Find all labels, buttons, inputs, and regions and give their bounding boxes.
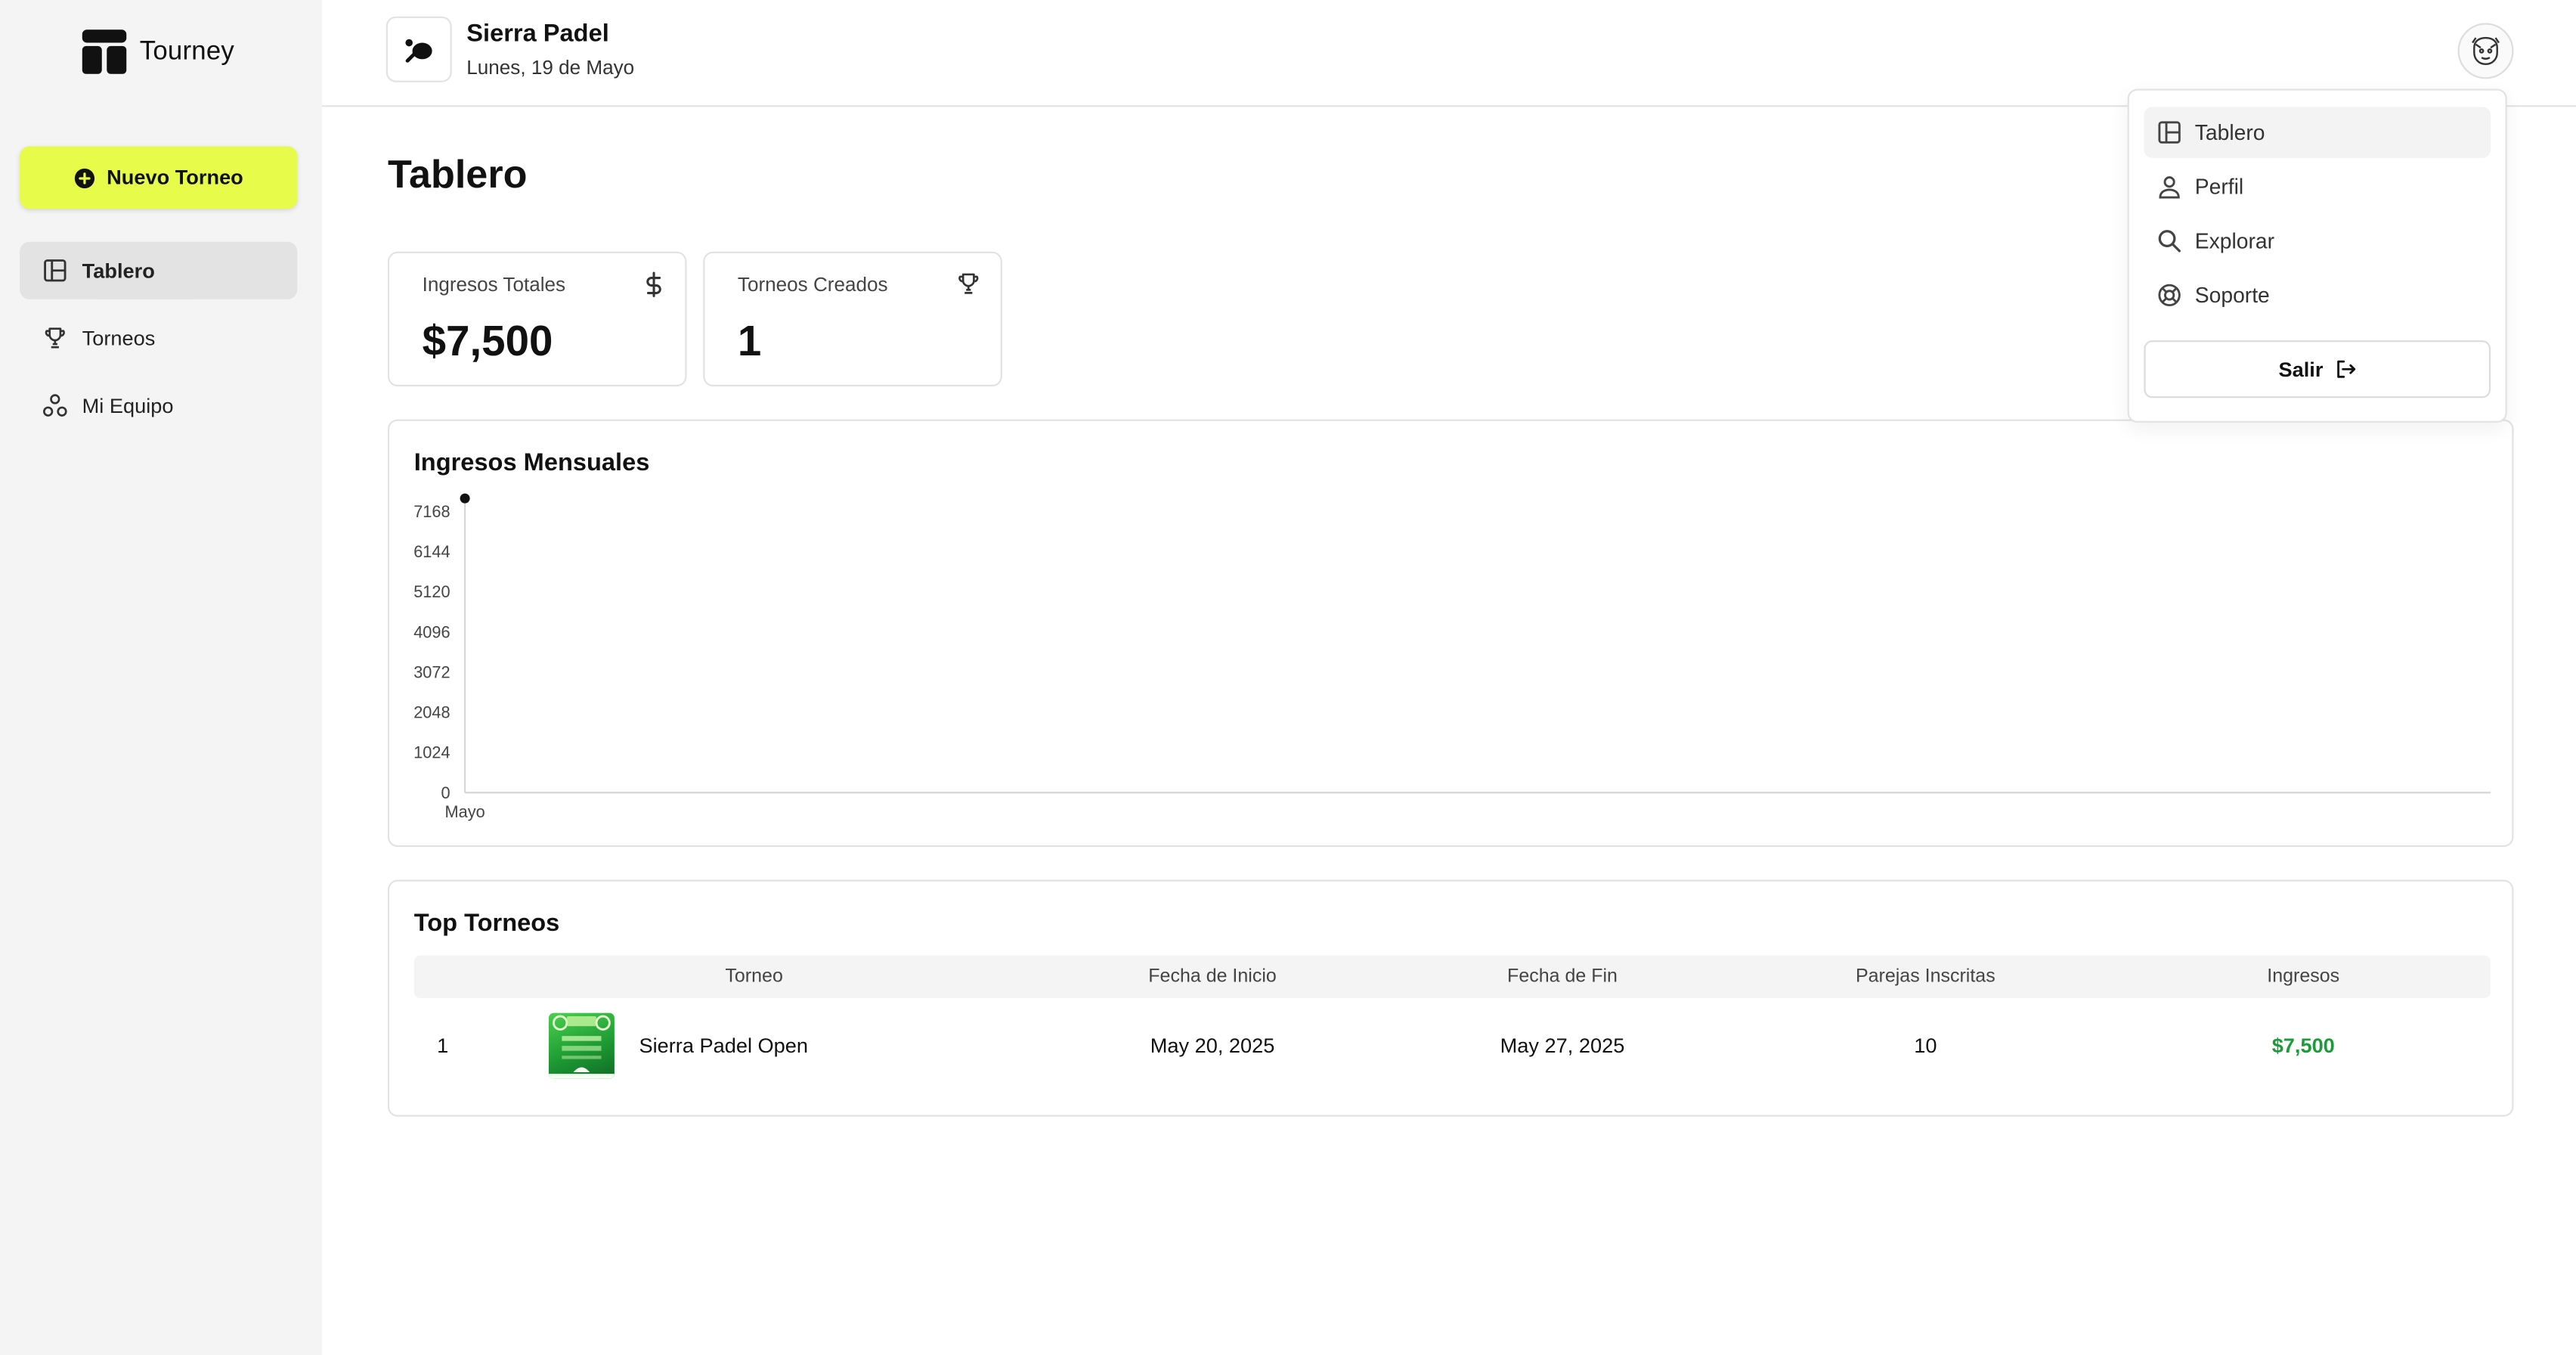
row-pairs: 10 xyxy=(1914,1034,1937,1058)
plus-circle-icon xyxy=(74,167,95,188)
column-header-revenue: Ingresos xyxy=(2267,966,2340,987)
y-tick-label: 5120 xyxy=(413,582,450,601)
user-icon xyxy=(2157,175,2182,200)
user-menu-dropdown: Tablero Perfil Explorar Soporte Salir xyxy=(2127,88,2507,423)
y-tick-label: 4096 xyxy=(413,622,450,641)
current-date: Lunes, 19 de Mayo xyxy=(466,55,635,79)
menu-item-explorar[interactable]: Explorar xyxy=(2144,215,2491,266)
padel-logo-icon xyxy=(403,36,435,63)
data-point[interactable] xyxy=(460,493,470,504)
stat-value: 1 xyxy=(737,315,762,365)
column-header-pairs: Parejas Inscritas xyxy=(1855,966,1995,987)
table-header: Torneo Fecha de Inicio Fecha de Fin Pare… xyxy=(413,955,2491,999)
y-tick-label: 3072 xyxy=(413,662,450,681)
menu-item-label: Perfil xyxy=(2194,174,2244,200)
app-name: Tourney xyxy=(139,36,234,65)
team-icon xyxy=(43,393,68,418)
monthly-revenue-card: Ingresos Mensuales 0 1024 2048 3072 4096 5120… xyxy=(387,419,2514,848)
tournament-thumbnail xyxy=(548,1012,615,1079)
row-revenue: $7,500 xyxy=(2271,1034,2335,1058)
row-rank: 1 xyxy=(437,1034,449,1058)
column-header-torneo: Torneo xyxy=(725,966,783,987)
monthly-revenue-chart: 0 1024 2048 3072 4096 5120 6144 7168 Mayo xyxy=(413,493,2491,821)
menu-item-soporte[interactable]: Soporte xyxy=(2144,270,2491,321)
logout-label: Salir xyxy=(2278,358,2324,381)
new-tournament-label: Nuevo Torneo xyxy=(107,166,243,190)
sidebar: Tourney Nuevo Torneo Tablero Torneos Mi … xyxy=(0,0,323,1355)
menu-item-perfil[interactable]: Perfil xyxy=(2144,161,2491,212)
menu-item-label: Explorar xyxy=(2194,228,2275,253)
top-tournaments-card: Top Torneos Torneo Fecha de Inicio Fecha… xyxy=(387,879,2514,1117)
lifebuoy-icon xyxy=(2157,283,2182,308)
sidebar-item-label: Torneos xyxy=(82,326,156,350)
y-tick-label: 7168 xyxy=(413,502,450,521)
logout-button[interactable]: Salir xyxy=(2144,340,2491,398)
y-tick-label: 2048 xyxy=(413,703,450,722)
column-header-start-date: Fecha de Inicio xyxy=(1148,966,1277,987)
stat-value: $7,500 xyxy=(422,315,553,365)
sidebar-item-label: Mi Equipo xyxy=(82,393,174,417)
row-tournament-name: Sierra Padel Open xyxy=(639,1034,809,1058)
club-logo[interactable] xyxy=(385,16,452,82)
table-title: Top Torneos xyxy=(413,909,560,938)
stat-card-total-revenue: Ingresos Totales $7,500 xyxy=(387,251,687,387)
page-title: Tablero xyxy=(387,153,528,197)
sidebar-item-torneos[interactable]: Torneos xyxy=(20,309,297,367)
menu-item-label: Soporte xyxy=(2194,283,2270,308)
row-start-date: May 20, 2025 xyxy=(1150,1034,1275,1058)
layout-icon xyxy=(43,258,68,283)
menu-item-tablero[interactable]: Tablero xyxy=(2144,107,2491,158)
sidebar-item-label: Tablero xyxy=(82,259,155,282)
search-icon xyxy=(2157,228,2182,253)
sidebar-item-mi-equipo[interactable]: Mi Equipo xyxy=(20,377,297,434)
club-name: Sierra Padel xyxy=(466,20,609,48)
layout-icon xyxy=(2157,120,2182,145)
y-tick-label: 1024 xyxy=(413,743,450,762)
stat-card-tournaments-created: Torneos Creados 1 xyxy=(703,251,1002,387)
trophy-icon xyxy=(956,271,981,296)
y-tick-label: 0 xyxy=(441,783,450,802)
y-tick-label: 6144 xyxy=(413,542,450,561)
new-tournament-button[interactable]: Nuevo Torneo xyxy=(20,146,298,209)
avatar-icon xyxy=(2468,33,2504,69)
tourney-logo-icon xyxy=(82,29,127,74)
app-logo[interactable]: Tourney xyxy=(82,29,234,74)
user-avatar-button[interactable] xyxy=(2457,23,2514,79)
stat-label: Ingresos Totales xyxy=(422,273,566,296)
sidebar-item-tablero[interactable]: Tablero xyxy=(20,241,298,299)
logout-icon xyxy=(2335,358,2356,380)
trophy-icon xyxy=(43,326,68,351)
row-end-date: May 27, 2025 xyxy=(1500,1034,1625,1058)
x-tick-label: Mayo xyxy=(445,802,485,821)
column-header-end-date: Fecha de Fin xyxy=(1507,966,1618,987)
stat-label: Torneos Creados xyxy=(737,273,888,296)
dollar-icon xyxy=(642,271,665,298)
menu-item-label: Tablero xyxy=(2194,119,2265,145)
